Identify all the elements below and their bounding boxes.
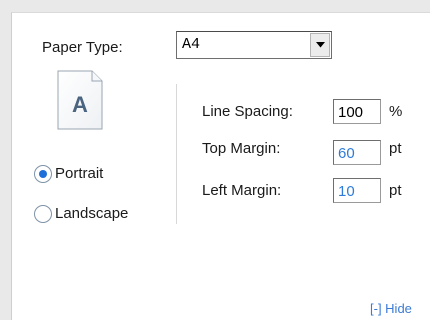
paper-type-value: A4 <box>182 36 201 53</box>
left-margin-input[interactable]: 10 <box>333 178 381 203</box>
line-spacing-input[interactable]: 100 <box>333 99 381 124</box>
chevron-down-icon <box>316 42 325 48</box>
paper-type-select[interactable]: A4 <box>176 31 332 59</box>
top-margin-input[interactable]: 60 <box>333 140 381 165</box>
line-spacing-label: Line Spacing: <box>202 103 293 120</box>
document-icon-letter: A <box>72 92 88 117</box>
document-icon: A <box>56 69 104 136</box>
top-margin-label: Top Margin: <box>202 140 281 157</box>
hide-link[interactable]: [-] Hide <box>370 301 412 316</box>
top-margin-unit: pt <box>389 140 402 157</box>
landscape-label: Landscape <box>55 205 129 222</box>
section-divider <box>176 84 177 224</box>
left-margin-label: Left Margin: <box>202 182 282 199</box>
portrait-radio[interactable] <box>34 165 52 183</box>
paper-type-dropdown-button[interactable] <box>310 33 330 57</box>
line-spacing-unit: % <box>389 103 403 120</box>
paper-type-label: Paper Type: <box>42 39 123 56</box>
landscape-radio[interactable] <box>34 205 52 223</box>
portrait-label: Portrait <box>55 165 104 182</box>
left-margin-unit: pt <box>389 182 402 199</box>
